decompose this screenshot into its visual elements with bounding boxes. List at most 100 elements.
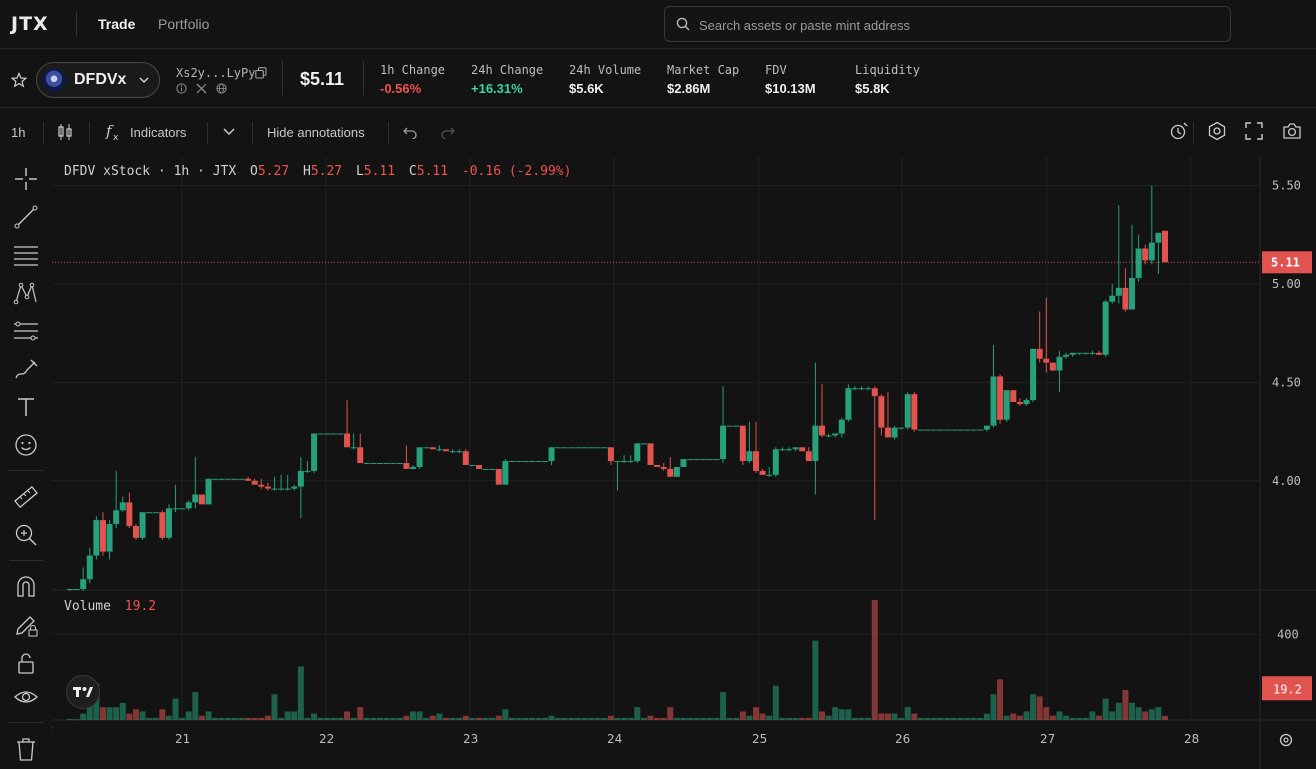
- unlock-icon[interactable]: [13, 650, 39, 676]
- stat-liquidity: Liquidity $5.8K: [855, 63, 920, 96]
- pattern-icon[interactable]: [13, 280, 39, 306]
- stat-value: $2.86M: [667, 81, 711, 96]
- volume-bar: [258, 717, 265, 720]
- text-tool-icon[interactable]: [13, 394, 39, 420]
- volume-bar: [904, 707, 911, 720]
- volume-bar: [1155, 707, 1162, 720]
- axis-settings-icon[interactable]: [1278, 732, 1294, 748]
- token-selector[interactable]: DFDVx: [36, 62, 160, 98]
- volume-bar: [673, 717, 680, 720]
- logo[interactable]: JTX: [11, 13, 49, 35]
- candle-body: [489, 468, 496, 470]
- candle-body: [851, 388, 858, 390]
- time-tick-label: 23: [463, 732, 478, 746]
- horizontal-lines-icon[interactable]: [13, 242, 39, 268]
- alert-clock-icon[interactable]: [1169, 121, 1189, 141]
- candle-body: [884, 427, 891, 438]
- candle-body: [1036, 348, 1043, 359]
- lock-drawing-icon[interactable]: [13, 612, 39, 638]
- search-box[interactable]: [664, 6, 1231, 42]
- candle-body: [865, 388, 872, 390]
- eye-icon[interactable]: [13, 684, 39, 710]
- nav-portfolio[interactable]: Portfolio: [158, 16, 209, 32]
- trend-line-icon[interactable]: [13, 204, 39, 230]
- candlestick-icon[interactable]: [57, 123, 73, 141]
- tradingview-logo[interactable]: [66, 675, 100, 709]
- interval-button[interactable]: 1h: [11, 125, 25, 140]
- chevron-down-icon[interactable]: [222, 127, 236, 137]
- magnet-icon[interactable]: [13, 574, 39, 600]
- stat-1h-change: 1h Change -0.56%: [380, 63, 445, 96]
- volume-bar: [165, 715, 172, 720]
- camera-icon[interactable]: [1282, 122, 1302, 140]
- candle-body: [165, 508, 172, 538]
- stat-label: Liquidity: [855, 63, 921, 77]
- info-icon[interactable]: [176, 83, 187, 94]
- favorite-star-icon[interactable]: [11, 72, 27, 88]
- candle-body: [324, 433, 331, 435]
- candle-body: [640, 443, 647, 445]
- brush-icon[interactable]: [13, 356, 39, 382]
- candle-body: [297, 470, 304, 487]
- volume-bar: [568, 717, 575, 720]
- ruler-icon[interactable]: [13, 484, 39, 510]
- undo-icon[interactable]: [402, 125, 418, 139]
- volume-bar: [146, 717, 153, 720]
- candle-body: [660, 466, 667, 469]
- legend-open: 5.27: [257, 164, 290, 179]
- volume-bar: [680, 717, 687, 720]
- nav-trade[interactable]: Trade: [98, 16, 135, 32]
- stat-value: $10.13M: [765, 81, 816, 96]
- volume-bar: [363, 717, 370, 720]
- candle-body: [535, 461, 542, 463]
- volume-bar: [462, 715, 469, 720]
- emoji-icon[interactable]: [13, 432, 39, 458]
- legend-close-label: C: [408, 164, 417, 179]
- candle-body: [792, 447, 799, 450]
- token-bar: DFDVx Xs2y...LyPy $5.11 1h Change -0.56%…: [0, 49, 1316, 108]
- volume-bar: [238, 717, 245, 720]
- volume-bar: [640, 717, 647, 720]
- indicators-button[interactable]: Indicators: [130, 125, 186, 140]
- scroll-left-chevron-icon: ‹: [52, 722, 53, 735]
- candle-body: [429, 447, 436, 450]
- crosshair-icon[interactable]: [13, 166, 39, 192]
- function-icon[interactable]: fx: [105, 122, 123, 142]
- x-social-icon[interactable]: [196, 83, 207, 94]
- globe-icon[interactable]: [216, 83, 227, 94]
- candle-body: [212, 478, 219, 480]
- chart-area[interactable]: 5.50 5.00 4.50 4.00 5.11 400 19.2 21 22 23 24 25 26 2…: [52, 156, 1316, 769]
- fib-icon[interactable]: [13, 318, 39, 344]
- candle-body: [997, 376, 1004, 420]
- volume-bar: [469, 717, 476, 720]
- candle-body: [772, 449, 779, 475]
- zoom-icon[interactable]: [13, 522, 39, 548]
- candle-body: [871, 388, 878, 397]
- volume-bar: [205, 711, 212, 720]
- volume-bar: [733, 717, 740, 720]
- candle-body: [720, 425, 727, 460]
- candle-body: [964, 429, 971, 431]
- search-input[interactable]: [697, 15, 1201, 35]
- candle-body: [1096, 352, 1103, 355]
- tradingview-icon: [73, 687, 93, 697]
- hide-annotations-button[interactable]: Hide annotations: [267, 125, 365, 140]
- price-chart[interactable]: 5.50 5.00 4.50 4.00 5.11 400 19.2 21 22 23 24 25 26 2…: [52, 156, 1316, 769]
- volume-bar: [330, 717, 337, 720]
- price-tick-label: 5.50: [1272, 179, 1301, 193]
- volume-bar: [634, 707, 641, 720]
- fullscreen-icon[interactable]: [1245, 122, 1263, 140]
- volume-bar: [1148, 709, 1155, 720]
- legend-high: 5.27: [310, 164, 343, 179]
- copy-icon[interactable]: [255, 67, 267, 79]
- volume-bar: [284, 711, 291, 720]
- candle-body: [1049, 362, 1056, 371]
- candle-body: [377, 463, 384, 465]
- candle-body: [198, 494, 205, 505]
- candle-body: [1076, 352, 1083, 354]
- settings-hexagon-icon[interactable]: [1207, 121, 1227, 141]
- candle-body: [726, 425, 733, 427]
- redo-icon[interactable]: [440, 125, 456, 139]
- trash-icon[interactable]: [13, 736, 39, 762]
- volume-bar: [607, 715, 614, 720]
